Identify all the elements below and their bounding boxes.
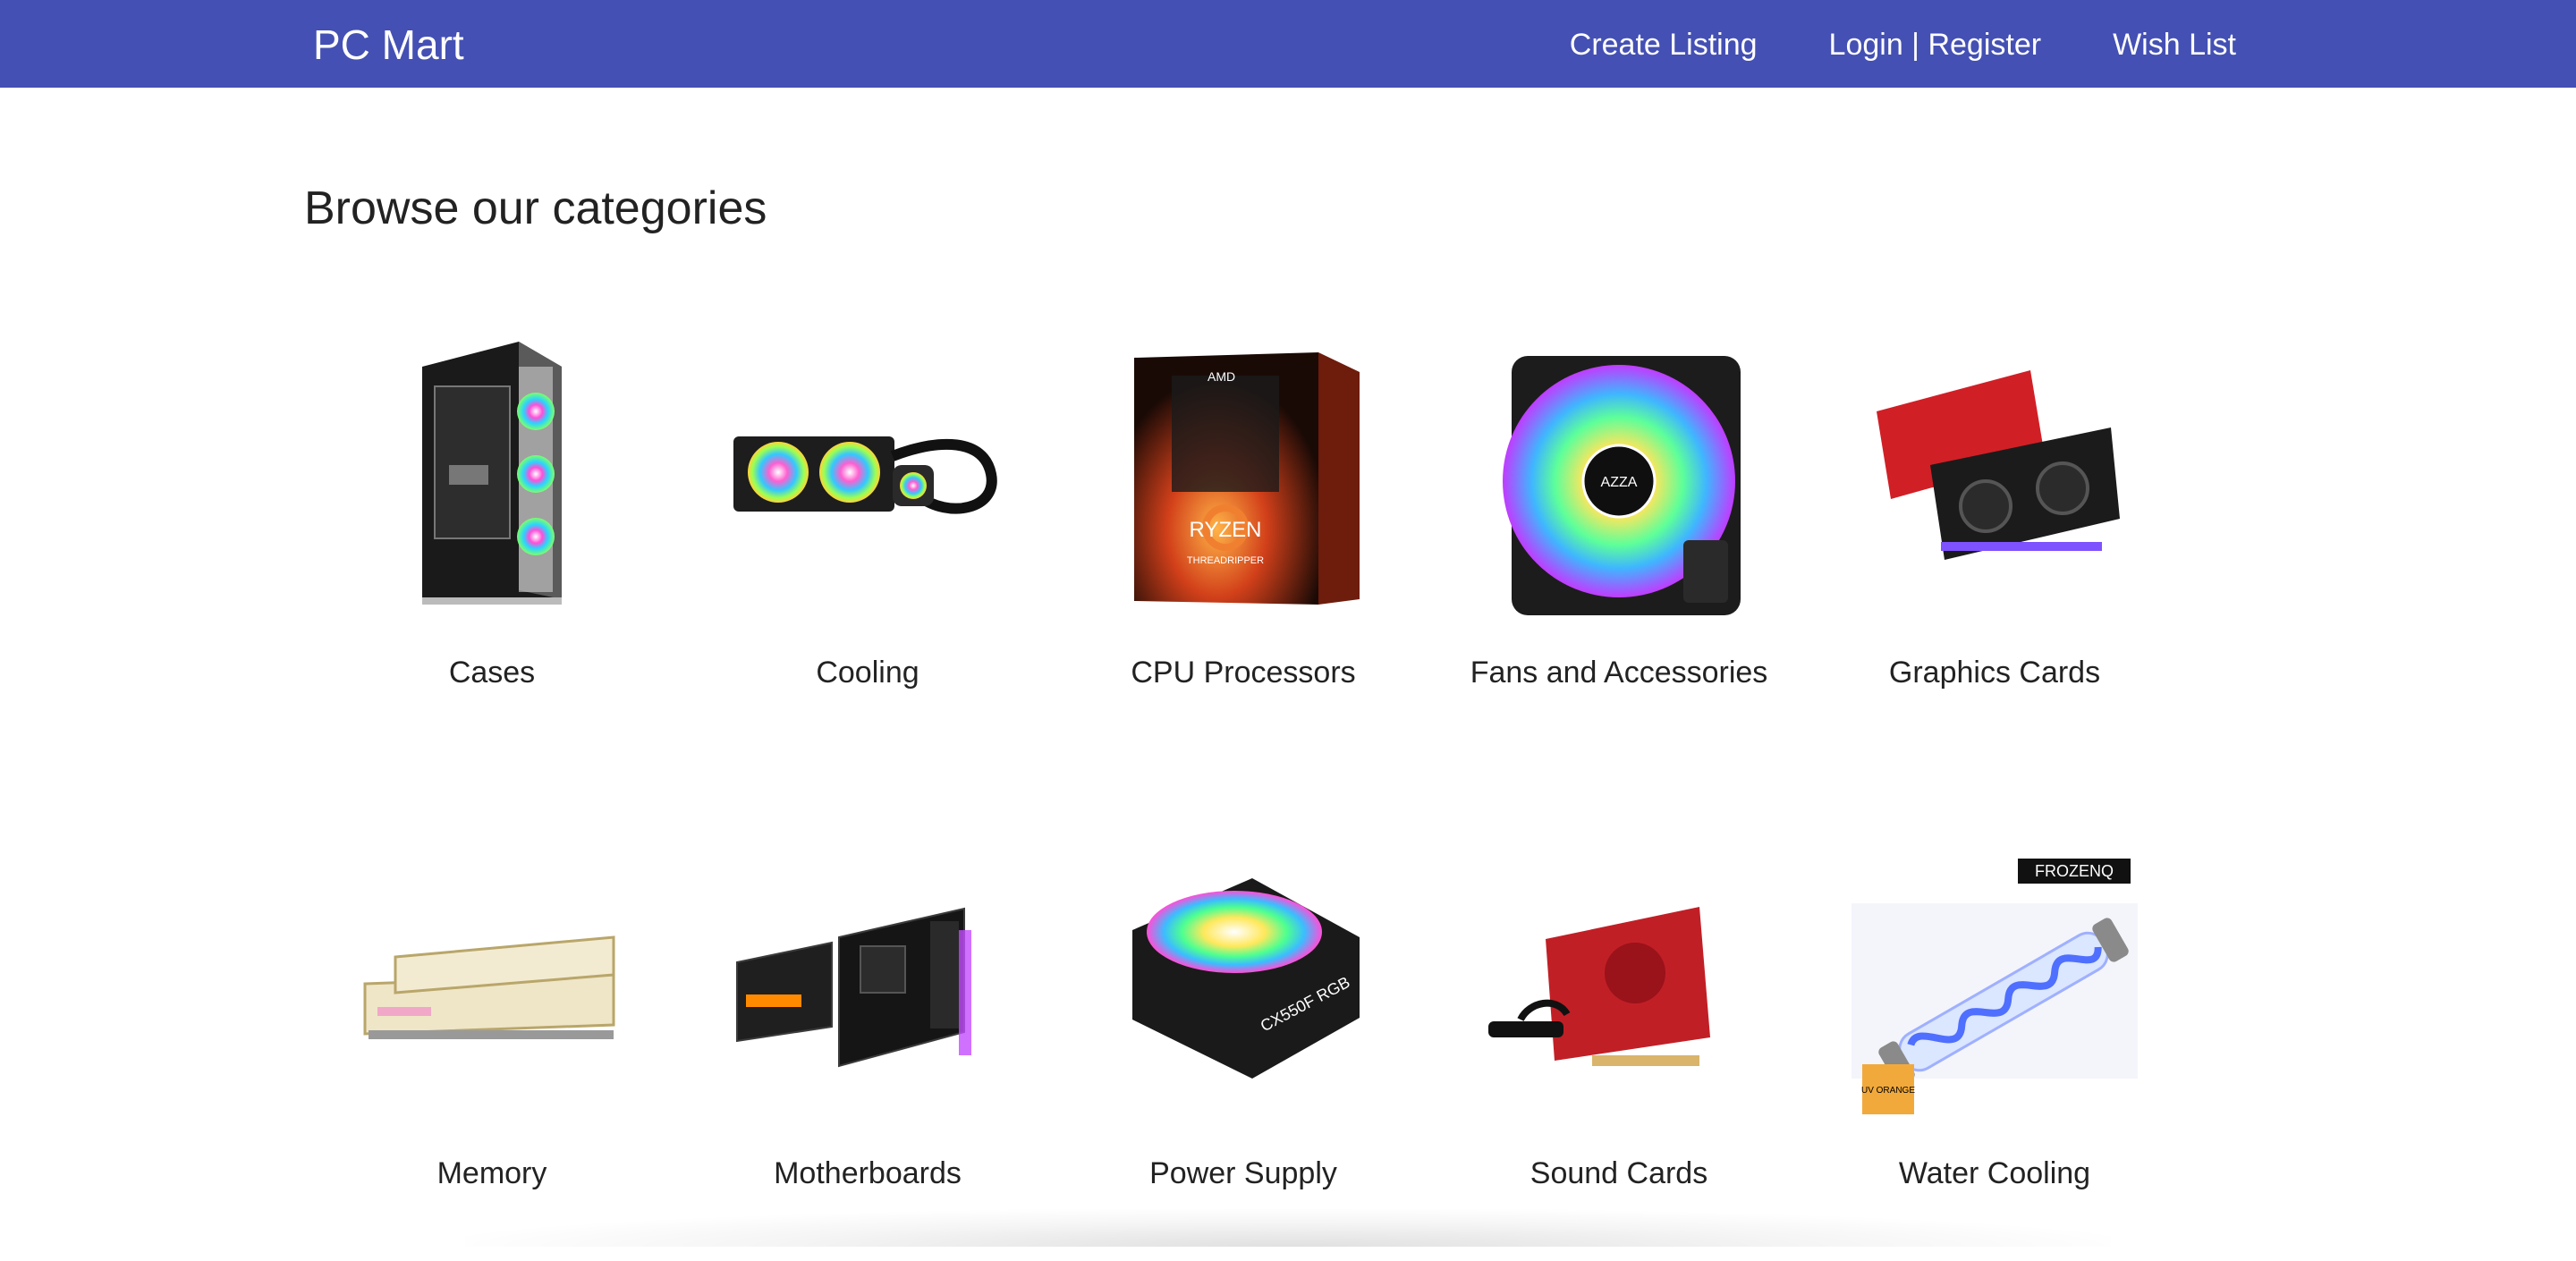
nav-login-register-link[interactable]: Login | Register	[1829, 23, 2042, 66]
power-supply-image: CX550F RGB	[1100, 832, 1386, 1118]
category-grid: Cases Cooling AMD RYZEN THREADRIPPER CPU…	[304, 295, 2165, 1225]
nav-links: Create Listing Login | Register Wish Lis…	[1570, 23, 2236, 66]
water-cooling-brand-badge: FROZENQ	[2035, 862, 2114, 880]
graphics-card-image	[1852, 331, 2138, 617]
aio-cooler-image	[724, 331, 1011, 617]
top-navbar: PC Mart Create Listing Login | Register …	[0, 0, 2576, 88]
category-card-motherboards[interactable]: Motherboards	[680, 796, 1055, 1261]
ram-modules-image	[349, 832, 635, 1118]
cpu-box-image: AMD RYZEN THREADRIPPER	[1100, 331, 1386, 617]
cpu-box-product-text: RYZEN	[1190, 518, 1262, 542]
uv-orange-tag: UV ORANGE	[1861, 1086, 1915, 1096]
category-label: Sound Cards	[1530, 1156, 1708, 1190]
category-label: Motherboards	[774, 1156, 962, 1190]
motherboard-image	[724, 832, 1011, 1118]
category-card-memory[interactable]: Memory	[304, 796, 680, 1261]
cpu-box-line-text: THREADRIPPER	[1187, 555, 1264, 566]
category-label: Cases	[448, 656, 536, 690]
cpu-box-brand-text: AMD	[1208, 369, 1235, 384]
sound-card-image	[1476, 832, 1762, 1118]
category-card-cases[interactable]: Cases	[304, 295, 680, 760]
category-label: Graphics Cards	[1888, 656, 2101, 690]
category-card-sound-cards[interactable]: Sound Cards	[1431, 796, 1807, 1261]
category-label: Fans and Accessories	[1470, 656, 1768, 690]
page-title: Browse our categories	[304, 182, 767, 234]
category-card-graphics-cards[interactable]: Graphics Cards	[1807, 295, 2182, 760]
category-card-water-cooling[interactable]: FROZENQ UV ORANGE Water Cooling	[1807, 796, 2182, 1261]
fan-brand-text: AZZA	[1601, 475, 1638, 490]
category-label: Memory	[436, 1156, 547, 1190]
nav-wish-list-link[interactable]: Wish List	[2113, 23, 2236, 66]
brand-link[interactable]: PC Mart	[313, 20, 464, 70]
category-label: CPU Processors	[1131, 656, 1356, 690]
category-card-cpu-processors[interactable]: AMD RYZEN THREADRIPPER CPU Processors	[1055, 295, 1431, 760]
rgb-fan-image: AZZA	[1476, 331, 1762, 617]
pc-case-image	[349, 331, 635, 617]
water-cooling-tube-image: FROZENQ UV ORANGE	[1852, 832, 2138, 1118]
bottom-shadow	[465, 1209, 2111, 1247]
category-label: Water Cooling	[1898, 1156, 2091, 1190]
category-card-power-supply[interactable]: CX550F RGB Power Supply	[1055, 796, 1431, 1261]
category-label: Cooling	[816, 656, 919, 690]
category-label: Power Supply	[1149, 1156, 1337, 1190]
category-card-cooling[interactable]: Cooling	[680, 295, 1055, 760]
nav-create-listing-link[interactable]: Create Listing	[1570, 23, 1758, 66]
category-card-fans-and-accessories[interactable]: AZZA Fans and Accessories	[1431, 295, 1807, 760]
